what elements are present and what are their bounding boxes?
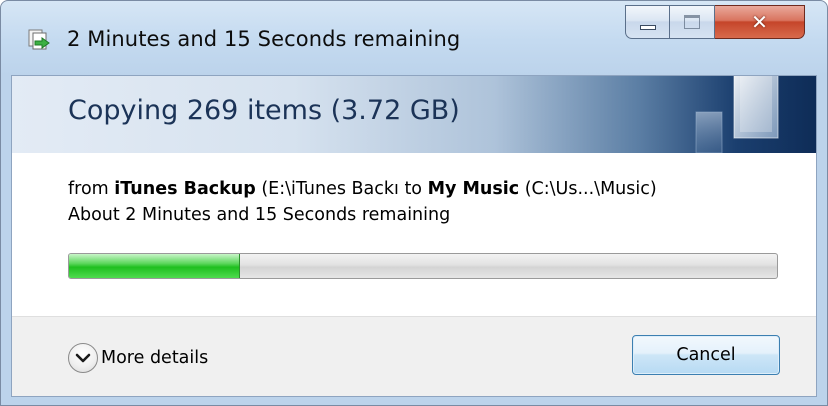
copy-progress-bar [68,253,778,279]
destination-folder-link[interactable]: My Music [428,179,520,199]
cancel-button[interactable]: Cancel [632,335,780,375]
minimize-icon [640,25,656,30]
file-copy-dialog: 2 Minutes and 15 Seconds remaining ✕ Cop… [0,0,828,406]
window-controls: ✕ [625,5,811,41]
copy-summary-title: Copying 269 items (3.72 GB) [68,95,460,126]
copy-file-arrow-icon [27,29,53,51]
source-folder-link[interactable]: iTunes Backup [114,179,255,199]
to-word: to [398,179,428,199]
from-prefix: from [68,179,115,199]
maximize-button [670,5,715,39]
minimize-button[interactable] [625,5,670,39]
dialog-content: Copying 269 items (3.72 GB) from iTunes … [11,75,817,397]
maximize-icon [684,15,700,29]
window-title: 2 Minutes and 15 Seconds remaining [67,27,461,51]
close-icon: ✕ [751,10,768,34]
dialog-footer: More details Cancel [12,316,816,396]
more-details-label[interactable]: More details [101,348,208,368]
document-decoration-icon [695,76,779,153]
copy-details: from iTunes Backup (E:\iTunes Backı to M… [12,153,816,316]
time-remaining-text: About 2 Minutes and 15 Seconds remaining [68,205,451,225]
more-details-toggle[interactable]: More details [68,343,208,373]
title-bar[interactable]: 2 Minutes and 15 Seconds remaining ✕ [1,1,827,75]
close-button[interactable]: ✕ [715,5,805,39]
chevron-down-icon[interactable] [68,343,98,373]
source-path: (E:\iTunes Backı [255,179,399,199]
source-destination-line: from iTunes Backup (E:\iTunes Backı to M… [68,179,657,199]
header-banner: Copying 269 items (3.72 GB) [12,76,816,153]
progress-bar-fill [69,254,240,278]
destination-path: (C:\Us...\Music) [519,179,657,199]
